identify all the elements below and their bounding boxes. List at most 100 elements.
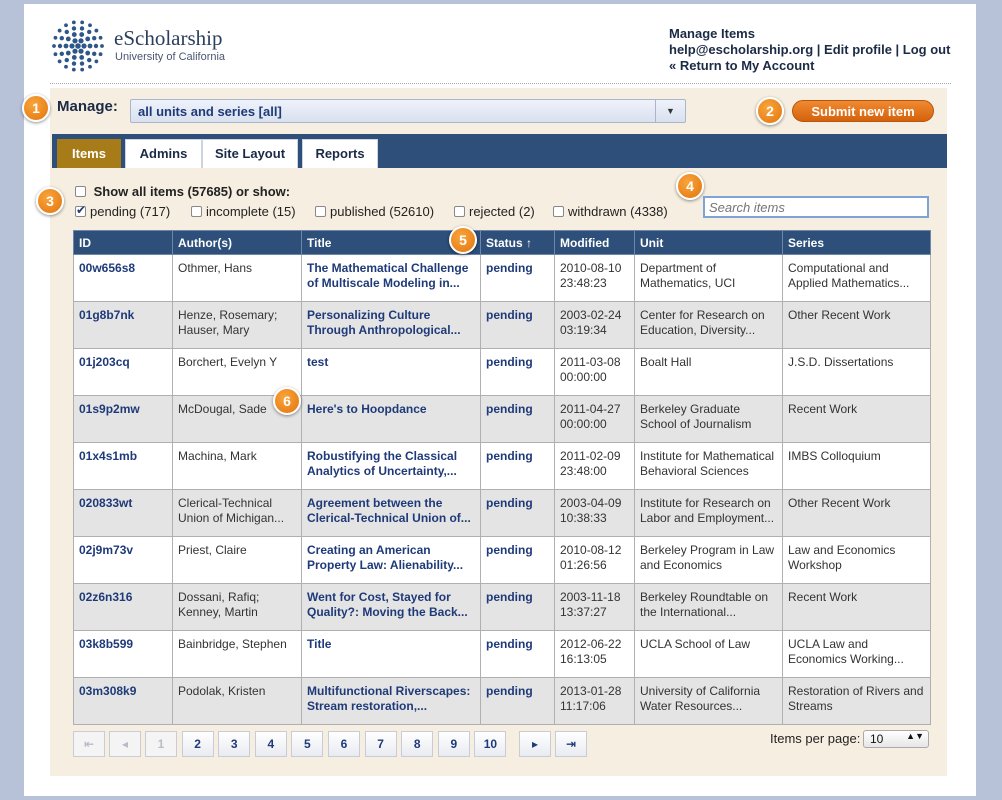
filter-published[interactable]: published (52610) — [315, 204, 434, 219]
item-id-link[interactable]: 01x4s1mb — [73, 442, 173, 490]
return-account-link[interactable]: « Return to My Account — [669, 58, 950, 74]
item-id-link[interactable]: 01j203cq — [73, 348, 173, 396]
status-cell[interactable]: pending — [480, 395, 555, 443]
show-all-filter[interactable]: Show all items (57685) or show: — [75, 184, 290, 199]
logo-mark-icon — [52, 20, 104, 72]
filter-label: rejected (2) — [469, 204, 535, 219]
table-row[interactable]: 03k8b599 Bainbridge, Stephen Title pending 2… — [73, 630, 931, 678]
pending-checkbox[interactable] — [75, 203, 86, 217]
table-row[interactable]: 02z6n316 Dossani, Rafiq; Kenney, Martin We… — [73, 583, 931, 631]
table-row[interactable]: 02j9m73v Priest, Claire Creating an Americ… — [73, 536, 931, 584]
incomplete-checkbox[interactable] — [191, 206, 202, 217]
title-link[interactable]: Title — [301, 630, 481, 678]
edit-profile-link[interactable]: Edit profile — [824, 42, 892, 57]
title-link[interactable]: Robustifying the Classical Analytics of … — [301, 442, 481, 490]
title-link[interactable]: The Mathematical Challenge of Multiscale… — [301, 254, 481, 302]
item-id-link[interactable]: 020833wt — [73, 489, 173, 537]
submit-new-item-button[interactable]: Submit new item — [792, 100, 934, 122]
column-header[interactable]: Modified — [554, 230, 635, 255]
callout-badge: 2 — [756, 97, 784, 125]
modified-cell: 2010-08-12 01:26:56 — [554, 536, 635, 584]
prev-page-button: ◂ — [109, 731, 141, 757]
status-cell[interactable]: pending — [480, 630, 555, 678]
status-cell[interactable]: pending — [480, 677, 555, 725]
tab-items[interactable]: Items — [57, 139, 121, 168]
page-3-button[interactable]: 3 — [218, 731, 251, 757]
published-checkbox[interactable] — [315, 206, 326, 217]
title-link[interactable]: Multifunctional Riverscapes: Stream rest… — [301, 677, 481, 725]
tab-bar: Items Admins Site Layout Reports — [52, 134, 947, 168]
tab-site-layout[interactable]: Site Layout — [202, 139, 298, 168]
help-email-link[interactable]: help@escholarship.org — [669, 42, 813, 57]
unit-cell: Center for Research on Education, Divers… — [634, 301, 783, 349]
filter-rejected[interactable]: rejected (2) — [454, 204, 535, 219]
filter-pending[interactable]: pending (717) — [75, 203, 171, 219]
unit-cell: Boalt Hall — [634, 348, 783, 396]
unit-cell: UCLA School of Law — [634, 630, 783, 678]
items-per-page-select[interactable]: 10 ▲▼ — [863, 730, 929, 748]
header-title: Manage Items — [669, 26, 755, 41]
page-9-button[interactable]: 9 — [437, 731, 470, 757]
table-row[interactable]: 020833wt Clerical-Technical Union of Mich… — [73, 489, 931, 537]
title-link[interactable]: Here's to Hoopdance — [301, 395, 481, 443]
filter-incomplete[interactable]: incomplete (15) — [191, 204, 296, 219]
tab-reports[interactable]: Reports — [302, 139, 378, 168]
item-id-link[interactable]: 02z6n316 — [73, 583, 173, 631]
page-10-button[interactable]: 10 — [474, 731, 507, 757]
manage-scope-select[interactable]: all units and series [all] ▼ — [130, 99, 686, 123]
search-input[interactable] — [703, 196, 929, 218]
title-link[interactable]: test — [301, 348, 481, 396]
title-link[interactable]: Went for Cost, Stayed for Quality?: Movi… — [301, 583, 481, 631]
table-row[interactable]: 01s9p2mw McDougal, Sade Here's to Hoopdanc… — [73, 395, 931, 443]
column-header[interactable]: Series — [782, 230, 931, 255]
status-cell[interactable]: pending — [480, 254, 555, 302]
header-divider — [50, 83, 951, 84]
page-6-button[interactable]: 6 — [328, 731, 360, 757]
title-link[interactable]: Personalizing Culture Through Anthropolo… — [301, 301, 481, 349]
filter-label: pending (717) — [90, 204, 171, 219]
title-link[interactable]: Agreement between the Clerical-Technical… — [301, 489, 481, 537]
status-cell[interactable]: pending — [480, 348, 555, 396]
withdrawn-checkbox[interactable] — [553, 206, 564, 217]
item-id-link[interactable]: 00w656s8 — [73, 254, 173, 302]
modified-cell: 2011-04-27 00:00:00 — [554, 395, 635, 443]
series-cell: Restoration of Rivers and Streams — [782, 677, 931, 725]
status-cell[interactable]: pending — [480, 301, 555, 349]
rejected-checkbox[interactable] — [454, 206, 465, 217]
status-cell[interactable]: pending — [480, 536, 555, 584]
escholarship-logo[interactable]: eScholarship University of California — [50, 18, 230, 78]
table-row[interactable]: 01j203cq Borchert, Evelyn Ytest pending 201… — [73, 348, 931, 396]
table-row[interactable]: 03m308k9 Podolak, Kristen Multifunctional … — [73, 677, 931, 725]
column-header[interactable]: ID — [73, 230, 173, 255]
table-row[interactable]: 01x4s1mb Machina, Mark Robustifying the Cl… — [73, 442, 931, 490]
page-7-button[interactable]: 7 — [364, 731, 397, 757]
column-header[interactable]: Unit — [634, 230, 783, 255]
page-2-button[interactable]: 2 — [181, 731, 214, 757]
item-id-link[interactable]: 02j9m73v — [73, 536, 173, 584]
table-row[interactable]: 01g8b7nk Henze, Rosemary; Hauser, Mary Per… — [73, 301, 931, 349]
modified-cell: 2010-08-10 23:48:23 — [554, 254, 635, 302]
table-row[interactable]: 00w656s8 Othmer, Hans The Mathematical Cha… — [73, 254, 931, 302]
unit-cell: Berkeley Roundtable on the International… — [634, 583, 783, 631]
logout-link[interactable]: Log out — [903, 42, 951, 57]
page-4-button[interactable]: 4 — [254, 731, 287, 757]
last-page-button[interactable]: ⇥ — [555, 731, 587, 757]
column-header[interactable]: Status ↑ — [480, 230, 555, 255]
status-cell[interactable]: pending — [480, 489, 555, 537]
column-header[interactable]: Author(s) — [172, 230, 302, 255]
item-id-link[interactable]: 03m308k9 — [73, 677, 173, 725]
item-id-link[interactable]: 01s9p2mw — [73, 395, 173, 443]
item-id-link[interactable]: 01g8b7nk — [73, 301, 173, 349]
page-5-button[interactable]: 5 — [291, 731, 324, 757]
series-cell: Other Recent Work — [782, 301, 931, 349]
title-link[interactable]: Creating an American Property Law: Alien… — [301, 536, 481, 584]
filter-withdrawn[interactable]: withdrawn (4338) — [553, 204, 668, 219]
status-cell[interactable]: pending — [480, 583, 555, 631]
show-all-checkbox[interactable] — [75, 186, 86, 197]
item-id-link[interactable]: 03k8b599 — [73, 630, 173, 678]
tab-admins[interactable]: Admins — [125, 139, 202, 168]
next-page-button[interactable]: ▸ — [519, 731, 551, 757]
status-cell[interactable]: pending — [480, 442, 555, 490]
page-8-button[interactable]: 8 — [401, 731, 434, 757]
modified-cell: 2012-06-22 16:13:05 — [554, 630, 635, 678]
